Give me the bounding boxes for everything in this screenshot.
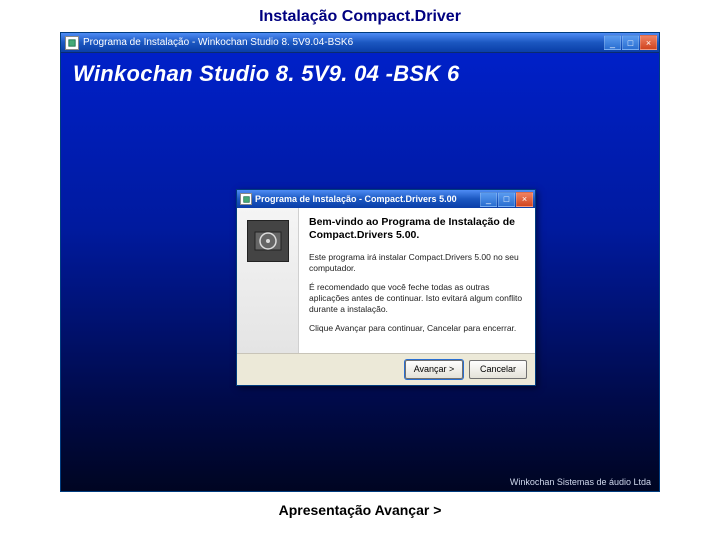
outer-window-controls: _ □ × [604,35,657,50]
page-heading: Instalação Compact.Driver [0,0,720,32]
minimize-button[interactable]: _ [480,192,497,207]
outer-titlebar: Programa de Instalação - Winkochan Studi… [61,33,659,53]
inner-window-title: Programa de Instalação - Compact.Drivers… [255,194,480,204]
product-title: Winkochan Studio 8. 5V9. 04 -BSK 6 [61,53,659,87]
wizard-paragraph: É recomendado que você feche todas as ou… [309,282,525,315]
maximize-button[interactable]: □ [498,192,515,207]
next-button[interactable]: Avançar > [405,360,463,379]
cancel-button[interactable]: Cancelar [469,360,527,379]
inner-window-controls: _ □ × [480,192,533,207]
wizard-side-panel [237,208,299,353]
inner-dialog-body: Bem-vindo ao Programa de Instalação de C… [237,208,535,353]
outer-window-body: Winkochan Studio 8. 5V9. 04 -BSK 6 Progr… [61,53,659,491]
cd-install-icon [247,220,289,262]
maximize-button[interactable]: □ [622,35,639,50]
copyright-text: Winkochan Sistemas de áudio Ltda [510,477,651,487]
close-button[interactable]: × [516,192,533,207]
outer-installer-window: Programa de Instalação - Winkochan Studi… [60,32,660,492]
inner-dialog-footer: Avançar > Cancelar [237,353,535,385]
setup-icon [240,193,252,205]
inner-installer-dialog: Programa de Instalação - Compact.Drivers… [236,189,536,386]
minimize-button[interactable]: _ [604,35,621,50]
close-button[interactable]: × [640,35,657,50]
outer-window-title: Programa de Instalação - Winkochan Studi… [83,37,604,48]
wizard-heading: Bem-vindo ao Programa de Instalação de C… [309,216,525,242]
wizard-paragraph: Este programa irá instalar Compact.Drive… [309,252,525,274]
wizard-paragraph: Clique Avançar para continuar, Cancelar … [309,323,525,334]
wizard-main-panel: Bem-vindo ao Programa de Instalação de C… [299,208,535,353]
inner-titlebar: Programa de Instalação - Compact.Drivers… [237,190,535,208]
setup-icon [65,36,79,50]
presentation-next-link[interactable]: Apresentação Avançar > [0,492,720,518]
